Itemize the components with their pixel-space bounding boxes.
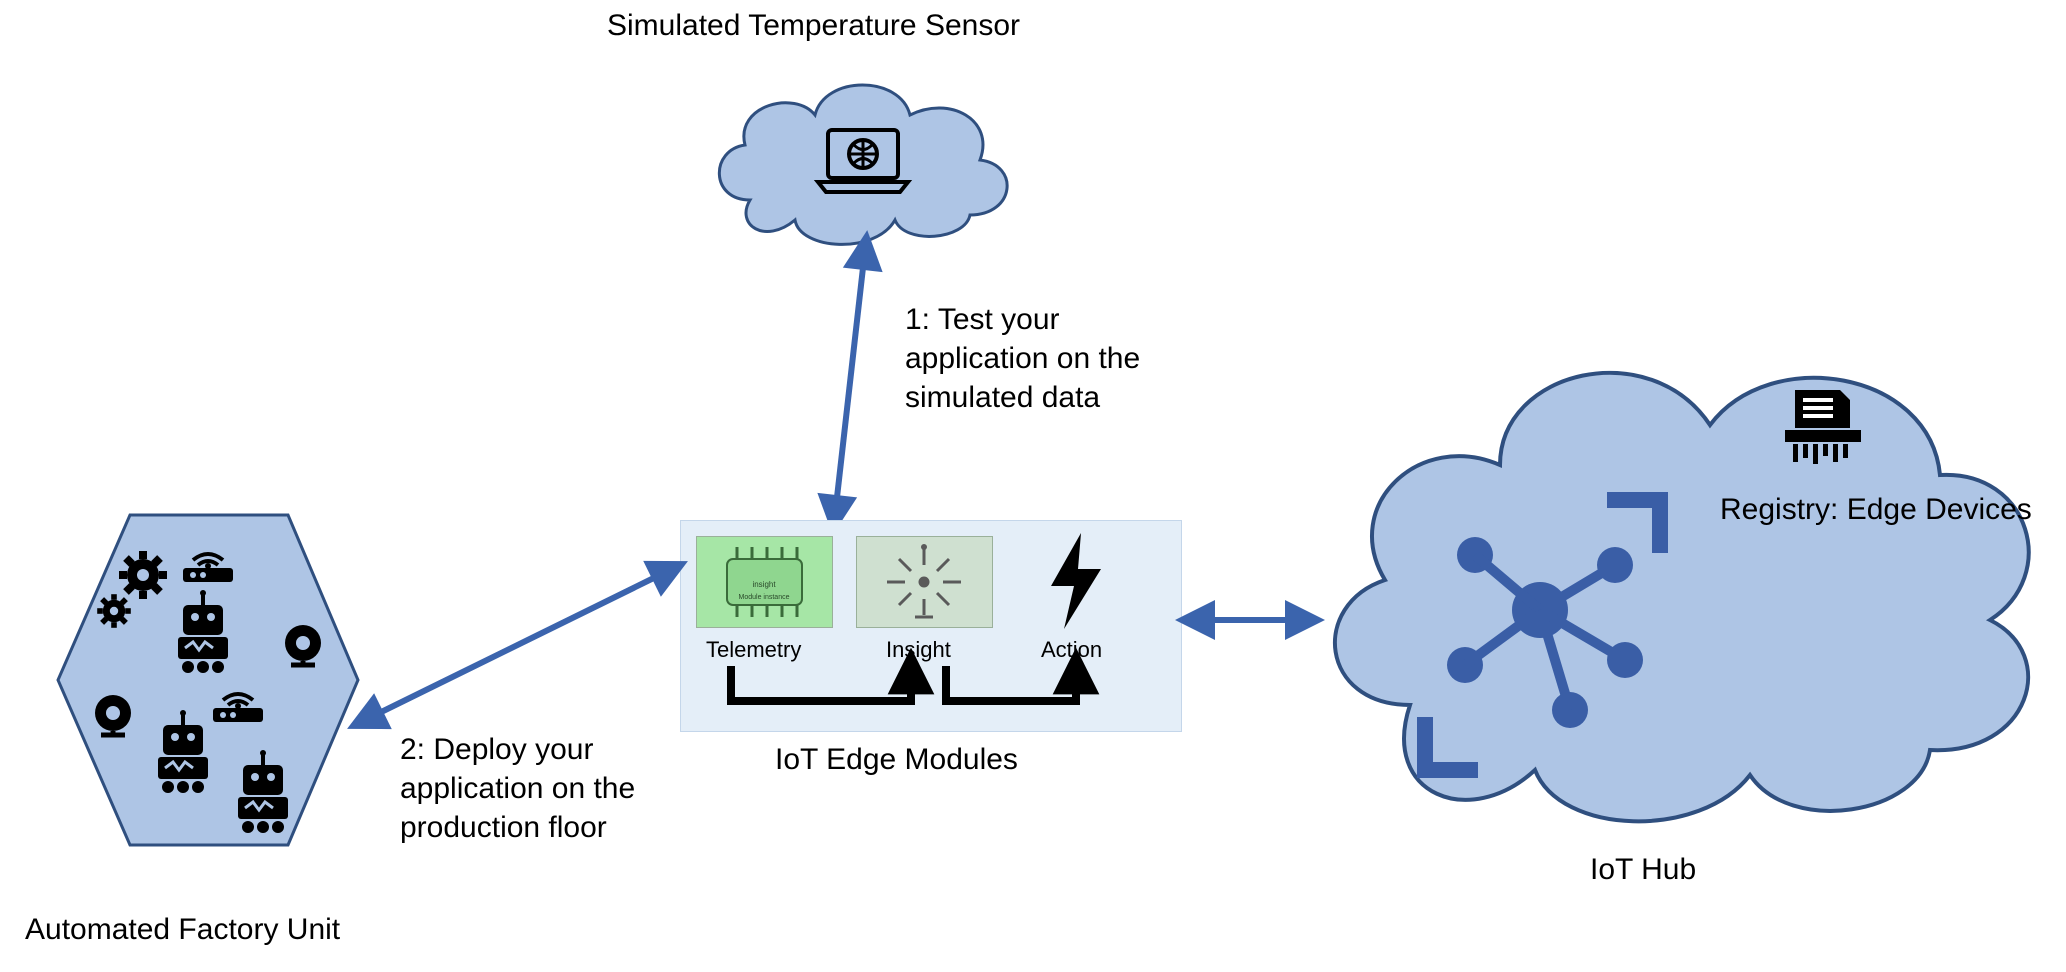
svg-text:Module instance: Module instance <box>739 594 790 601</box>
arrow-factory-to-edge <box>350 555 690 735</box>
edge-modules-title: IoT Edge Modules <box>775 740 1018 779</box>
iot-hub-title: IoT Hub <box>1590 850 1696 889</box>
step-1-text: 1: Test your application on the simulate… <box>905 300 1195 417</box>
factory-hexagon <box>38 505 363 905</box>
registry-label: Registry: Edge Devices <box>1720 490 2032 529</box>
factory-title: Automated Factory Unit <box>25 910 340 949</box>
telemetry-module-icon: insight Module instance <box>696 536 833 628</box>
iot-hub-cloud <box>1290 275 2050 835</box>
svg-text:insight: insight <box>752 580 776 589</box>
sim-sensor-cloud <box>700 50 1020 255</box>
insight-module-icon <box>856 536 993 628</box>
iot-edge-modules-box: insight Module instance Telemetry <box>680 520 1182 732</box>
internal-flow-arrows <box>721 666 1141 726</box>
diagram-canvas: Simulated Temperature Sensor 1: Test you… <box>0 0 2066 972</box>
insight-label: Insight <box>886 636 951 665</box>
sim-sensor-title: Simulated Temperature Sensor <box>607 6 1020 45</box>
action-module-icon <box>1036 531 1116 631</box>
telemetry-label: Telemetry <box>706 636 801 665</box>
step-2-text: 2: Deploy your application on the produc… <box>400 730 690 847</box>
action-label: Action <box>1041 636 1102 665</box>
